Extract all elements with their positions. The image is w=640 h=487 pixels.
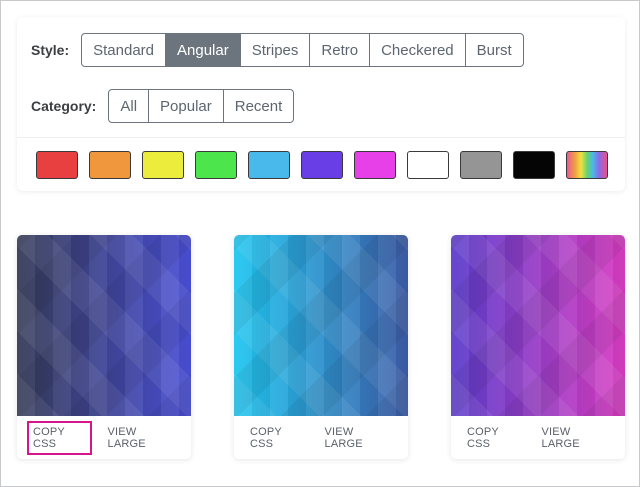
- style-option-stripes[interactable]: Stripes: [239, 33, 311, 67]
- pattern-preview[interactable]: [17, 235, 191, 416]
- category-button-group: All Popular Recent: [108, 89, 295, 123]
- color-swatch-yellow[interactable]: [142, 151, 184, 179]
- style-option-angular[interactable]: Angular: [165, 33, 241, 67]
- category-option-popular[interactable]: Popular: [148, 89, 224, 123]
- category-option-all[interactable]: All: [108, 89, 150, 123]
- pattern-preview[interactable]: [451, 235, 625, 416]
- copy-css-button[interactable]: COPY CSS: [27, 420, 92, 455]
- card-actions: COPY CSS VIEW LARGE: [17, 416, 191, 459]
- style-option-standard[interactable]: Standard: [81, 33, 167, 67]
- color-swatch-red[interactable]: [36, 151, 78, 179]
- color-swatch-black[interactable]: [513, 151, 555, 179]
- card-actions: COPY CSS VIEW LARGE: [451, 416, 625, 459]
- pattern-card: COPY CSS VIEW LARGE: [234, 235, 408, 459]
- app-frame: Style: Standard Angular Stripes Retro Ch…: [0, 0, 640, 487]
- style-filter-row: Style: Standard Angular Stripes Retro Ch…: [31, 33, 524, 67]
- color-swatch-purple[interactable]: [301, 151, 343, 179]
- copy-css-button[interactable]: COPY CSS: [461, 421, 526, 455]
- category-filter-row: Category: All Popular Recent: [31, 89, 295, 123]
- filter-panel: Style: Standard Angular Stripes Retro Ch…: [17, 17, 625, 191]
- style-option-retro[interactable]: Retro: [309, 33, 371, 67]
- style-option-checkered[interactable]: Checkered: [369, 33, 466, 67]
- color-swatch-blue[interactable]: [248, 151, 290, 179]
- color-swatch-white[interactable]: [407, 151, 449, 179]
- category-label: Category:: [31, 98, 97, 114]
- color-swatch-row: [36, 151, 608, 179]
- color-swatch-rainbow[interactable]: [566, 151, 608, 179]
- pattern-card: COPY CSS VIEW LARGE: [17, 235, 191, 459]
- copy-css-button[interactable]: COPY CSS: [244, 421, 309, 455]
- style-button-group: Standard Angular Stripes Retro Checkered…: [81, 33, 524, 67]
- pattern-card: COPY CSS VIEW LARGE: [451, 235, 625, 459]
- view-large-button[interactable]: VIEW LARGE: [319, 421, 395, 455]
- pattern-preview[interactable]: [234, 235, 408, 416]
- category-option-recent[interactable]: Recent: [222, 89, 295, 123]
- color-swatch-magenta[interactable]: [354, 151, 396, 179]
- card-actions: COPY CSS VIEW LARGE: [234, 416, 408, 459]
- color-swatch-green[interactable]: [195, 151, 237, 179]
- style-option-burst[interactable]: Burst: [464, 33, 524, 67]
- color-swatch-gray[interactable]: [460, 151, 502, 179]
- filter-divider: [17, 137, 625, 138]
- color-swatch-orange[interactable]: [89, 151, 131, 179]
- view-large-button[interactable]: VIEW LARGE: [536, 421, 612, 455]
- view-large-button[interactable]: VIEW LARGE: [102, 421, 178, 455]
- style-label: Style:: [31, 42, 70, 58]
